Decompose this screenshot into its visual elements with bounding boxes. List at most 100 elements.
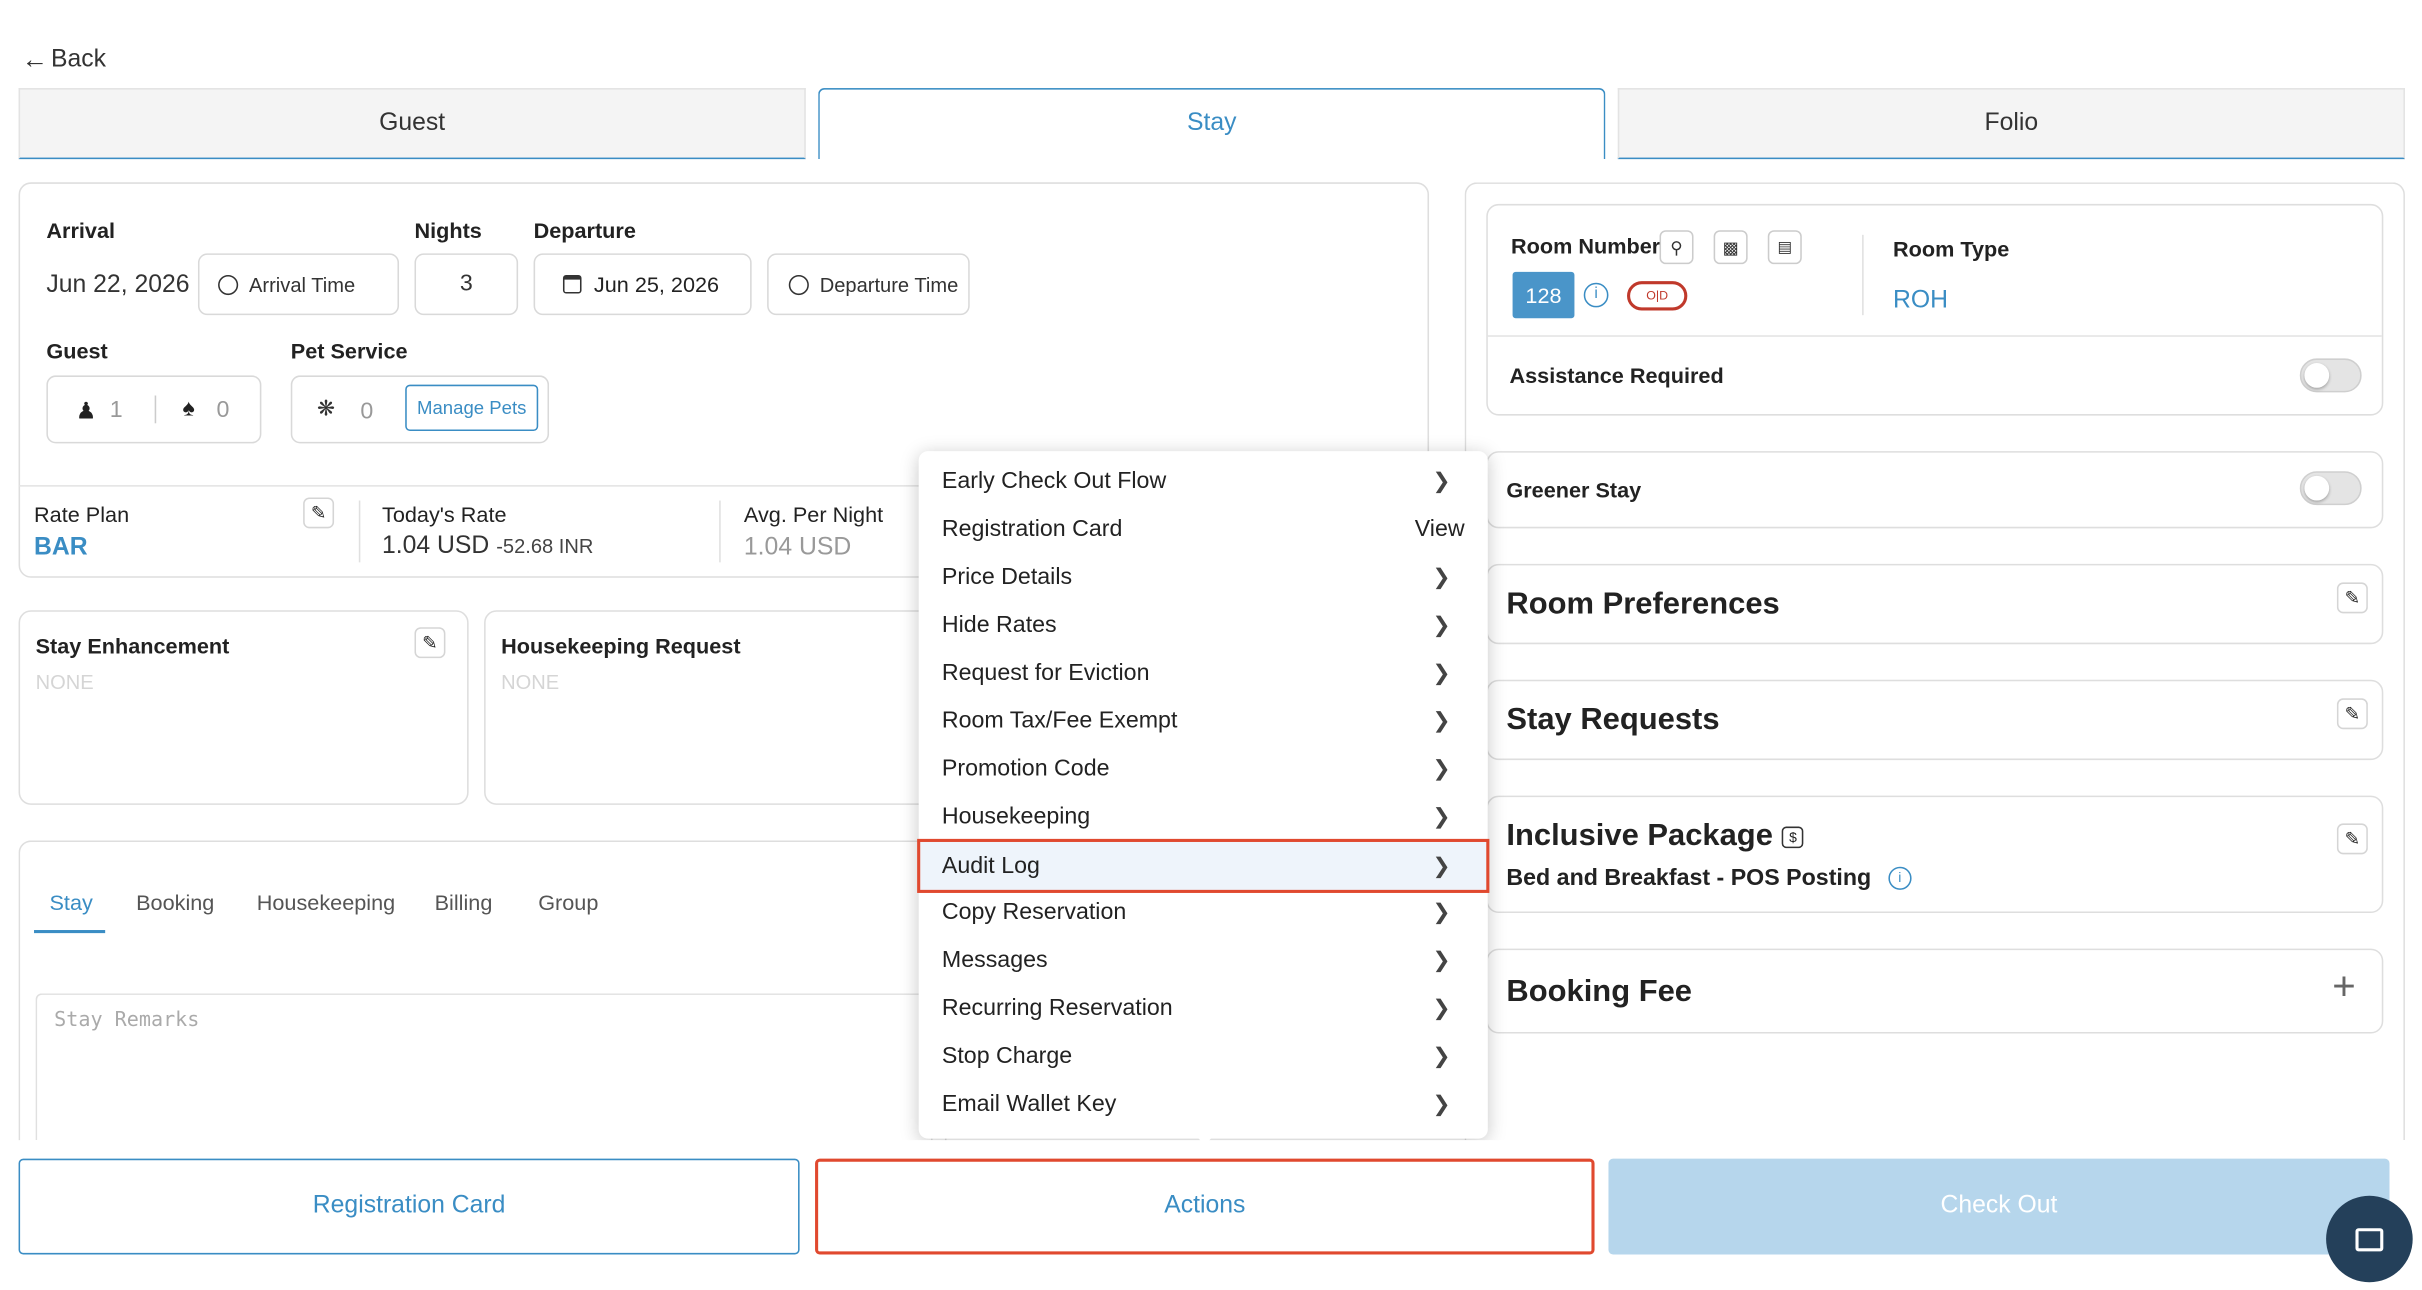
chat-button[interactable]: [2326, 1195, 2413, 1283]
nights-input[interactable]: 3: [414, 253, 519, 316]
inclusive-package-title: Inclusive Package $: [1506, 819, 1804, 855]
departure-date-value: Jun 25, 2026: [593, 271, 720, 297]
edit-stay-enhancement-button[interactable]: ✎: [414, 627, 446, 659]
clock-icon: [788, 274, 809, 295]
back-link[interactable]: ← Back: [22, 45, 106, 76]
subtab-group[interactable]: Group: [538, 890, 598, 915]
adult-count: 1: [109, 397, 123, 424]
menu-item-room-tax-fee-exempt[interactable]: Room Tax/Fee Exempt ❯: [919, 697, 1488, 745]
edit-stay-requests-button[interactable]: ✎: [2336, 698, 2368, 730]
view-link[interactable]: View: [1415, 505, 1465, 553]
key-icon: ⚲: [1670, 238, 1683, 258]
menu-item-email-wallet-key[interactable]: Email Wallet Key ❯: [919, 1080, 1488, 1128]
registration-card-button[interactable]: Registration Card: [18, 1158, 800, 1255]
room-number-badge[interactable]: 128: [1512, 271, 1575, 319]
menu-item-housekeeping[interactable]: Housekeeping ❯: [919, 793, 1488, 841]
inclusive-package-card: Inclusive Package $ Bed and Breakfast - …: [1486, 795, 2384, 914]
housekeeping-request-title: Housekeeping Request: [501, 633, 741, 659]
guest-label: Guest: [46, 338, 108, 364]
departure-date-input[interactable]: Jun 25, 2026: [533, 253, 752, 316]
lock-icon: ▩: [1722, 238, 1739, 258]
inclusive-package-value-text: Bed and Breakfast - POS Posting: [1506, 865, 1872, 892]
chevron-right-icon: ❯: [1432, 947, 1451, 972]
menu-item-audit-log[interactable]: Audit Log ❯: [917, 838, 1490, 893]
chevron-right-icon: ❯: [1432, 1042, 1451, 1068]
chevron-right-icon: ❯: [1432, 468, 1451, 493]
chat-icon: [2355, 1227, 2384, 1251]
pencil-icon: ✎: [2344, 828, 2361, 850]
menu-item-registration-card[interactable]: Registration Card View: [919, 505, 1488, 553]
chevron-right-icon: ❯: [1432, 852, 1451, 878]
stay-remarks-input[interactable]: Stay Remarks: [35, 993, 933, 1141]
menu-item-label: Audit Log: [941, 852, 1040, 880]
info-icon[interactable]: i: [1888, 866, 1912, 890]
rate-divider: [358, 500, 361, 563]
key-search-button[interactable]: ⚲: [1659, 230, 1694, 265]
departure-time-label: Departure Time: [819, 272, 959, 296]
rate-plan-label: Rate Plan: [34, 502, 130, 527]
chevron-right-icon: ❯: [1432, 659, 1451, 685]
lock-button[interactable]: ▩: [1713, 230, 1748, 265]
adult-icon: ♟: [75, 398, 97, 425]
menu-item-copy-reservation[interactable]: Copy Reservation ❯: [919, 888, 1488, 936]
arrival-date[interactable]: Jun 22, 2026: [46, 272, 189, 300]
edit-room-preferences-button[interactable]: ✎: [2336, 582, 2368, 614]
tab-stay[interactable]: Stay: [818, 88, 1606, 160]
occupancy-status-badge: O|D: [1627, 281, 1688, 311]
subtab-billing[interactable]: Billing: [435, 890, 493, 915]
info-icon[interactable]: i: [1583, 282, 1609, 308]
menu-item-messages[interactable]: Messages ❯: [919, 936, 1488, 984]
tab-guest[interactable]: Guest: [18, 88, 806, 160]
edit-rate-plan-button[interactable]: ✎: [303, 497, 335, 529]
todays-rate-inr: -52.68 INR: [496, 534, 594, 558]
menu-item-request-for-eviction[interactable]: Request for Eviction ❯: [919, 649, 1488, 697]
menu-item-recurring-reservation[interactable]: Recurring Reservation ❯: [919, 984, 1488, 1032]
plus-icon[interactable]: +: [2332, 962, 2355, 1010]
menu-item-label: Request for Eviction: [941, 659, 1150, 686]
check-out-button[interactable]: Check Out: [1608, 1158, 2390, 1255]
menu-item-promotion-code[interactable]: Promotion Code ❯: [919, 745, 1488, 793]
todays-rate-usd: 1.04 USD: [382, 532, 490, 560]
greener-stay-toggle[interactable]: [2299, 471, 2362, 506]
subtab-booking[interactable]: Booking: [136, 890, 214, 915]
actions-button[interactable]: Actions: [815, 1158, 1595, 1255]
chevron-right-icon: ❯: [1432, 803, 1451, 829]
edit-inclusive-package-button[interactable]: ✎: [2336, 823, 2368, 855]
menu-item-label: Housekeeping: [941, 803, 1091, 830]
menu-item-stop-charge[interactable]: Stop Charge ❯: [919, 1032, 1488, 1080]
chevron-right-icon: ❯: [1432, 994, 1451, 1020]
menu-item-label: Registration Card: [941, 515, 1123, 543]
chevron-right-icon: ❯: [1432, 899, 1451, 924]
tab-folio[interactable]: Folio: [1617, 88, 2405, 160]
inclusive-package-value: Bed and Breakfast - POS Posting i: [1506, 865, 1912, 892]
guest-count-input[interactable]: ♟ 1 ♠ 0: [46, 375, 262, 444]
subtab-housekeeping[interactable]: Housekeeping: [257, 890, 395, 915]
pet-service-label: Pet Service: [290, 338, 408, 364]
menu-item-price-details[interactable]: Price Details ❯: [919, 553, 1488, 601]
manage-pets-button[interactable]: Manage Pets: [405, 384, 539, 432]
menu-item-early-check-out-flow[interactable]: Early Check Out Flow ❯: [919, 457, 1488, 505]
assistance-required-label: Assistance Required: [1509, 363, 1724, 388]
menu-item-label: Copy Reservation: [941, 899, 1127, 926]
menu-item-label: Promotion Code: [941, 755, 1110, 782]
calendar-icon: [562, 274, 582, 294]
bed-key-button[interactable]: ▤: [1767, 230, 1802, 265]
stay-enhancement-card: Stay Enhancement NONE ✎: [18, 610, 469, 805]
departure-time-button[interactable]: Departure Time: [767, 253, 970, 316]
bed-icon: ▤: [1777, 238, 1793, 256]
child-count: 0: [216, 397, 230, 424]
menu-item-label: Stop Charge: [941, 1042, 1073, 1070]
chevron-right-icon: ❯: [1432, 755, 1451, 781]
rate-plan-value[interactable]: BAR: [34, 535, 88, 563]
arrival-time-button[interactable]: Arrival Time: [197, 253, 400, 316]
greener-stay-card: Greener Stay: [1486, 451, 2384, 529]
todays-rate-label: Today's Rate: [382, 502, 507, 527]
room-card-divider: [1487, 335, 2382, 337]
room-preferences-card: Room Preferences ✎: [1486, 563, 2384, 645]
menu-item-hide-rates[interactable]: Hide Rates ❯: [919, 601, 1488, 649]
room-type-label: Room Type: [1893, 236, 2010, 262]
assistance-required-toggle[interactable]: [2299, 358, 2362, 393]
money-bag-icon: $: [1782, 825, 1804, 848]
subtab-stay[interactable]: Stay: [49, 890, 92, 915]
room-type-value[interactable]: ROH: [1893, 287, 1948, 315]
